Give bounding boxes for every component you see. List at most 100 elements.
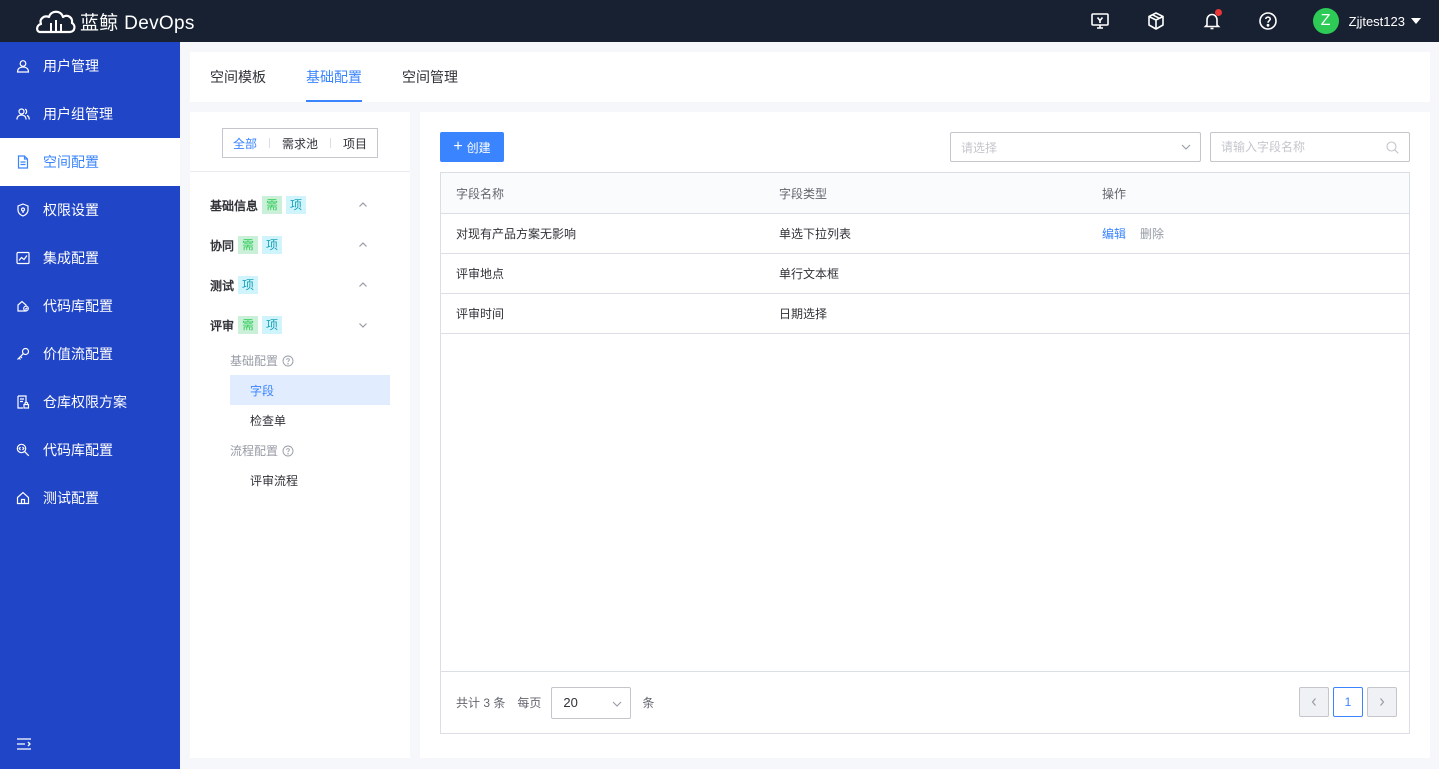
user-icon: [16, 59, 30, 73]
notification-dot: [1214, 9, 1222, 16]
table-row: 评审时间 日期选择: [441, 294, 1409, 334]
brand-name: 蓝鲸 DevOps: [80, 12, 195, 34]
divider: [190, 171, 410, 172]
search-icon[interactable]: [1386, 141, 1399, 154]
chevron-down-icon: [613, 701, 622, 707]
tag-requirement: 需: [238, 316, 259, 334]
chevron-right-icon: [1380, 698, 1385, 706]
sidebar-item-code-repo-config-2[interactable]: 代码库配置: [0, 426, 180, 474]
page-size-unit: 条: [642, 696, 655, 710]
cell-field-name: 评审地点: [456, 267, 505, 281]
help-icon[interactable]: [282, 355, 294, 367]
table-row: 评审地点 单行文本框: [441, 254, 1409, 294]
group-collaboration[interactable]: 协同 需 项: [210, 235, 390, 255]
delete-link[interactable]: 删除: [1140, 227, 1164, 241]
sidebar-item-user-group-management[interactable]: 用户组管理: [0, 90, 180, 138]
group-title: 基础信息: [210, 198, 259, 213]
cell-field-type: 单行文本框: [779, 267, 840, 281]
tab-space-template[interactable]: 空间模板: [210, 52, 266, 102]
prev-page-button[interactable]: [1299, 687, 1329, 717]
sidebar-item-permission-settings[interactable]: 权限设置: [0, 186, 180, 234]
tag-item: 项: [238, 276, 259, 294]
sidebar-item-repo-permission-scheme[interactable]: 仓库权限方案: [0, 378, 180, 426]
cell-field-name: 对现有产品方案无影响: [456, 227, 577, 241]
tab-bar: 空间模板 基础配置 空间管理: [190, 52, 1430, 102]
chevron-down-icon: [1181, 144, 1191, 150]
chevron-up-icon: [359, 202, 367, 207]
sub-section-title: 基础配置: [230, 354, 279, 368]
sidebar-item-label: 集成配置: [43, 250, 99, 266]
sidebar-item-value-stream-config[interactable]: 价值流配置: [0, 330, 180, 378]
sidebar-item-integration-config[interactable]: 集成配置: [0, 234, 180, 282]
segment-requirement-pool[interactable]: 需求池: [282, 135, 318, 152]
chart-icon: [16, 251, 30, 265]
cell-field-type: 单选下拉列表: [779, 227, 852, 241]
field-list-panel: + 创建 请选择 字段名称 字段类型 操作 对现有产品方案无影响 单选下拉列表 …: [420, 112, 1430, 758]
group-basic-info[interactable]: 基础信息 需 项: [210, 195, 390, 215]
sidebar-item-code-repo-config[interactable]: 代码库配置: [0, 282, 180, 330]
type-select[interactable]: 请选择: [950, 132, 1201, 162]
sub-item-field[interactable]: 字段: [230, 375, 390, 405]
cloud-logo-icon: [36, 10, 76, 34]
segment-project[interactable]: 项目: [343, 135, 367, 152]
sidebar-item-label: 仓库权限方案: [43, 394, 127, 410]
sidebar-item-test-config[interactable]: 测试配置: [0, 474, 180, 522]
segment-all[interactable]: 全部: [233, 135, 257, 152]
brand-logo[interactable]: 蓝鲸 DevOps: [32, 6, 195, 36]
group-title: 评审: [210, 318, 235, 333]
group-test[interactable]: 测试 项: [210, 275, 390, 295]
table-header: 字段名称 字段类型 操作: [441, 173, 1409, 214]
sidebar-item-space-config[interactable]: 空间配置: [0, 138, 180, 186]
chevron-down-icon: [359, 323, 367, 328]
chevron-left-icon: [1311, 698, 1316, 706]
select-placeholder: 请选择: [961, 140, 998, 155]
table-row: 对现有产品方案无影响 单选下拉列表 编辑 删除: [441, 214, 1409, 254]
tab-basic-config[interactable]: 基础配置: [306, 52, 362, 102]
sidebar-item-label: 空间配置: [43, 154, 99, 170]
page-buttons: 1: [1295, 687, 1397, 717]
search-field: [1210, 132, 1410, 162]
search-input[interactable]: [1211, 133, 1381, 161]
divider: [330, 138, 332, 148]
create-button[interactable]: + 创建: [440, 132, 504, 162]
cell-field-type: 日期选择: [779, 307, 828, 321]
collapse-menu-icon[interactable]: [16, 737, 32, 751]
caret-down-icon: [1411, 18, 1421, 24]
page-number-button[interactable]: 1: [1333, 687, 1363, 717]
sub-section-basic-config: 基础配置: [230, 352, 294, 369]
tag-requirement: 需: [238, 236, 259, 254]
sub-section-title: 流程配置: [230, 444, 279, 458]
sidebar-item-label: 用户组管理: [43, 106, 113, 122]
help-icon[interactable]: [1257, 10, 1279, 32]
tab-space-management[interactable]: 空间管理: [402, 52, 458, 102]
package-icon[interactable]: [1145, 10, 1167, 32]
chevron-up-icon: [359, 242, 367, 247]
create-button-label: 创建: [466, 140, 491, 155]
total-prefix: 共计: [456, 696, 481, 710]
pagination: 共计 3 条 每页 20 条 1: [441, 671, 1409, 733]
sidebar-item-label: 代码库配置: [43, 298, 113, 314]
sub-item-checklist[interactable]: 检查单: [230, 405, 390, 435]
total-number: 3: [483, 696, 491, 710]
monitor-icon[interactable]: [1089, 10, 1111, 32]
edit-link[interactable]: 编辑: [1102, 227, 1126, 241]
sidebar-item-user-management[interactable]: 用户管理: [0, 42, 180, 90]
next-page-button[interactable]: [1367, 687, 1397, 717]
group-review[interactable]: 评审 需 项: [210, 315, 390, 335]
help-icon[interactable]: [282, 445, 294, 457]
page-size-select[interactable]: 20: [551, 686, 632, 719]
total-count: 共计 3 条: [456, 694, 505, 711]
column-header-actions: 操作: [1102, 186, 1127, 201]
group-title: 协同: [210, 238, 235, 253]
sub-item-review-flow[interactable]: 评审流程: [230, 465, 390, 495]
search-code-icon: [16, 443, 30, 457]
user-menu[interactable]: Z Zjjtest123: [1312, 8, 1421, 34]
sidebar-item-label: 权限设置: [43, 202, 99, 218]
plus-icon: +: [453, 138, 463, 155]
sidebar-item-label: 价值流配置: [43, 346, 113, 362]
column-header-type: 字段类型: [779, 186, 828, 201]
bell-icon[interactable]: [1201, 9, 1223, 32]
group-title: 测试: [210, 278, 235, 293]
key-icon: [16, 347, 30, 361]
divider: [269, 138, 271, 148]
